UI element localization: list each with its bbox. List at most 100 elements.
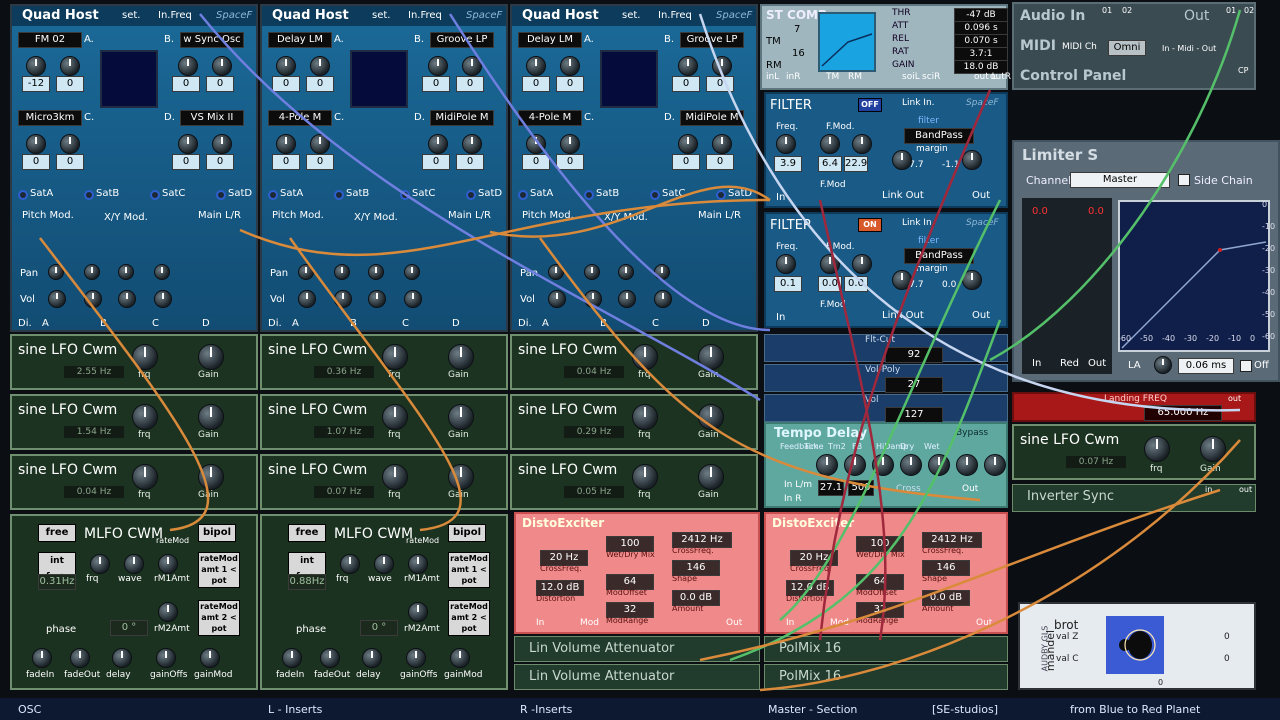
sine-lfo-frq-knob[interactable]: [632, 464, 658, 490]
vol-knob[interactable]: [584, 290, 602, 308]
pan-knob[interactable]: [118, 264, 134, 280]
param-knob[interactable]: [60, 56, 80, 76]
slot-b-select[interactable]: Groove LP: [430, 32, 494, 48]
sat-jack[interactable]: [400, 190, 410, 200]
sat-jack[interactable]: [84, 190, 94, 200]
pan-knob[interactable]: [48, 264, 64, 280]
mlfo-knob[interactable]: [124, 554, 144, 574]
mlfo-amt1-button[interactable]: rateMod amt 1 < pot: [198, 552, 240, 588]
mlfo-knob[interactable]: [32, 648, 52, 668]
status-r-inserts[interactable]: R -Inserts: [520, 700, 572, 720]
mlfo-knob[interactable]: [200, 648, 220, 668]
xy-pad[interactable]: [100, 50, 158, 108]
param-value[interactable]: 0: [522, 76, 550, 92]
mlfo-amt2-button[interactable]: rateMod amt 2 < pot: [448, 600, 490, 636]
sat-jack[interactable]: [18, 190, 28, 200]
sine-lfo-gain-knob[interactable]: [198, 404, 224, 430]
stcomp-param-value[interactable]: 0.096 s: [954, 21, 1008, 35]
param-knob[interactable]: [678, 134, 698, 154]
limiter-ms-display[interactable]: 0.06 ms: [1178, 358, 1234, 374]
sine-lfo-frq-knob[interactable]: [132, 464, 158, 490]
right-lfo-frq-knob[interactable]: [1144, 436, 1170, 462]
sine-lfo-gain-knob[interactable]: [198, 464, 224, 490]
sat-jack[interactable]: [150, 190, 160, 200]
tempo-knob[interactable]: [956, 454, 978, 476]
tempo-bypass[interactable]: Bypass: [956, 428, 988, 438]
limiter-la-knob[interactable]: [1154, 356, 1172, 374]
sine-lfo-hz[interactable]: 2.55 Hz: [64, 366, 124, 378]
param-value[interactable]: 0: [672, 154, 700, 170]
filter-knob[interactable]: [776, 254, 796, 274]
sidechain-checkbox[interactable]: [1178, 174, 1190, 186]
param-knob[interactable]: [26, 134, 46, 154]
sine-lfo-hz[interactable]: 0.36 Hz: [314, 366, 374, 378]
param-value[interactable]: 0: [456, 154, 484, 170]
slot-d-select[interactable]: MidiPole M: [430, 110, 494, 126]
param-value[interactable]: 0: [306, 154, 334, 170]
vol-knob[interactable]: [368, 290, 386, 308]
sine-lfo-hz[interactable]: 0.05 Hz: [564, 486, 624, 498]
param-knob[interactable]: [678, 56, 698, 76]
right-lfo-hz[interactable]: 0.07 Hz: [1066, 456, 1126, 468]
mlfo-knob[interactable]: [282, 648, 302, 668]
mlfo-knob[interactable]: [408, 554, 428, 574]
param-knob[interactable]: [428, 134, 448, 154]
filter-knob[interactable]: [962, 270, 982, 290]
sat-jack[interactable]: [584, 190, 594, 200]
mixer-value[interactable]: 92: [885, 347, 943, 363]
filter-knob[interactable]: [852, 134, 872, 154]
filter-knob[interactable]: [820, 134, 840, 154]
sine-lfo-frq-knob[interactable]: [632, 404, 658, 430]
vol-knob[interactable]: [48, 290, 66, 308]
sine-lfo-frq-knob[interactable]: [132, 404, 158, 430]
sine-lfo-hz[interactable]: 1.07 Hz: [314, 426, 374, 438]
status-master[interactable]: Master - Section: [768, 700, 857, 720]
mlfo-knob[interactable]: [158, 602, 178, 622]
stcomp-param-value[interactable]: 0.070 s: [954, 34, 1008, 48]
param-knob[interactable]: [212, 56, 232, 76]
landing-value[interactable]: 65.000 Hz: [1144, 405, 1222, 421]
slot-b-select[interactable]: Groove LP: [680, 32, 744, 48]
param-value[interactable]: 0: [522, 154, 550, 170]
midi-omni-select[interactable]: Omni: [1108, 40, 1146, 56]
param-value[interactable]: 0: [272, 76, 300, 92]
xy-pad[interactable]: [600, 50, 658, 108]
filter-state-button[interactable]: OFF: [858, 98, 882, 112]
filter-v3[interactable]: 0.0: [844, 276, 868, 292]
param-value[interactable]: 0: [272, 154, 300, 170]
param-knob[interactable]: [462, 56, 482, 76]
filter-type-select[interactable]: BandPass: [904, 128, 974, 144]
sine-lfo-hz[interactable]: 0.04 Hz: [64, 486, 124, 498]
pan-knob[interactable]: [404, 264, 420, 280]
filter-knob[interactable]: [776, 134, 796, 154]
sine-lfo-gain-knob[interactable]: [448, 404, 474, 430]
sine-lfo-hz[interactable]: 1.54 Hz: [64, 426, 124, 438]
filter-knob[interactable]: [852, 254, 872, 274]
quad-host-set-button[interactable]: set.: [122, 10, 140, 21]
mlfo-amt1-button[interactable]: rateMod amt 1 < pot: [448, 552, 490, 588]
tempo-v2[interactable]: 500: [848, 480, 874, 496]
tempo-knob[interactable]: [984, 454, 1006, 476]
sine-lfo-gain-knob[interactable]: [198, 344, 224, 370]
limiter-off-checkbox[interactable]: [1240, 360, 1252, 372]
stcomp-param-value[interactable]: -47 dB: [954, 8, 1008, 22]
mlfo-knob[interactable]: [112, 648, 132, 668]
pan-knob[interactable]: [584, 264, 600, 280]
mlfo-bipol-button[interactable]: bipol: [448, 524, 486, 542]
param-knob[interactable]: [178, 134, 198, 154]
filter-knob[interactable]: [892, 270, 912, 290]
param-knob[interactable]: [212, 134, 232, 154]
xy-pad[interactable]: [350, 50, 408, 108]
param-value[interactable]: 0: [422, 76, 450, 92]
vol-knob[interactable]: [618, 290, 636, 308]
param-knob[interactable]: [526, 56, 546, 76]
sine-lfo-frq-knob[interactable]: [382, 404, 408, 430]
pan-knob[interactable]: [618, 264, 634, 280]
sine-lfo-hz[interactable]: 0.29 Hz: [564, 426, 624, 438]
pan-knob[interactable]: [298, 264, 314, 280]
param-knob[interactable]: [526, 134, 546, 154]
param-value[interactable]: 0: [706, 76, 734, 92]
mlfo-hz-display[interactable]: 0.88Hz: [288, 574, 326, 590]
vol-knob[interactable]: [118, 290, 136, 308]
filter-type-select[interactable]: BandPass: [904, 248, 974, 264]
